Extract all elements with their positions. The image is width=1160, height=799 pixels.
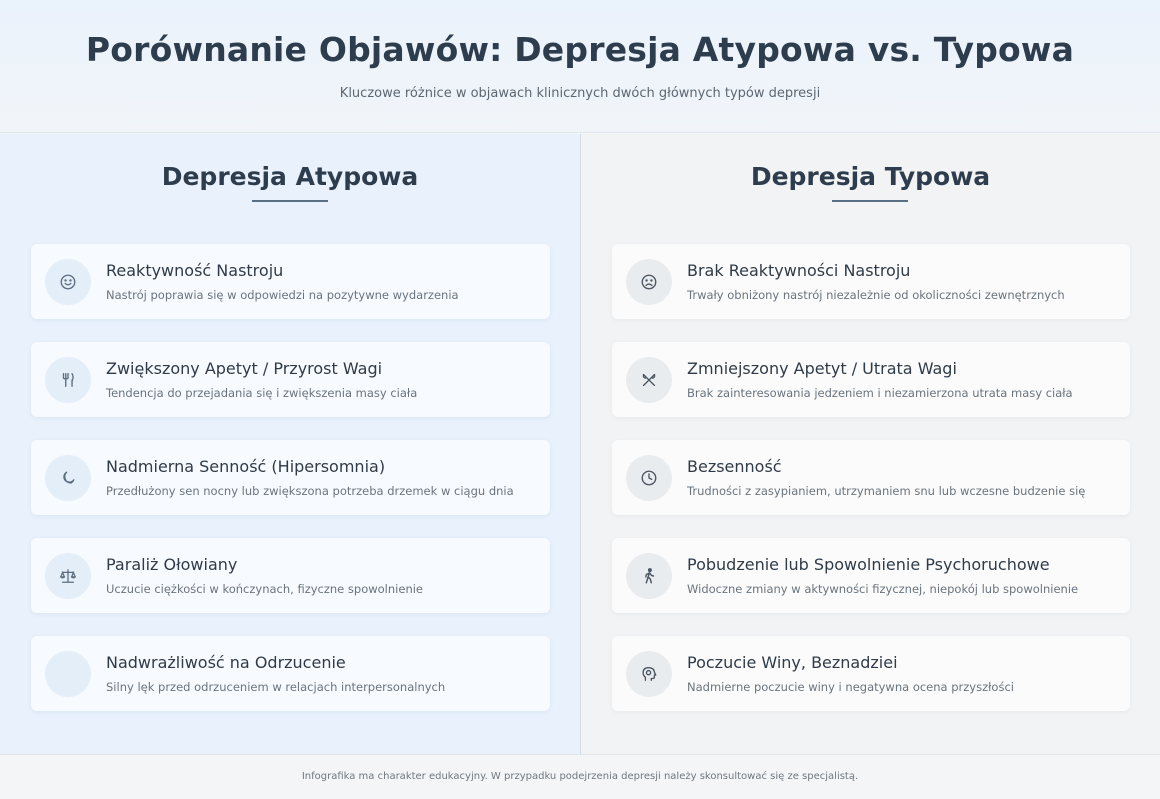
smile-icon xyxy=(45,259,91,305)
symptom-card-mood-reactivity: Reaktywność Nastroju Nastrój poprawia si… xyxy=(31,244,550,319)
moon-icon xyxy=(45,455,91,501)
symptom-card-increased-appetite: Zwiększony Apetyt / Przyrost Wagi Tenden… xyxy=(31,342,550,417)
weight-scale-icon xyxy=(45,553,91,599)
symptom-title: Paraliż Ołowiany xyxy=(106,555,238,574)
symptom-card-no-mood-reactivity: Brak Reaktywności Nastroju Trwały obniżo… xyxy=(612,244,1130,319)
page-header: Porównanie Objawów: Depresja Atypowa vs.… xyxy=(0,0,1160,133)
symptom-card-decreased-appetite: Zmniejszony Apetyt / Utrata Wagi Brak za… xyxy=(612,342,1130,417)
symptom-description: Tendencja do przejadania się i zwiększen… xyxy=(106,386,418,400)
symptom-description: Trwały obniżony nastrój niezależnie od o… xyxy=(687,288,1065,302)
symptom-card-hypersomnia: Nadmierna Senność (Hipersomnia) Przedłuż… xyxy=(31,440,550,515)
symptom-card-guilt-hopelessness: Poczucie Winy, Beznadziei Nadmierne pocz… xyxy=(612,636,1130,711)
symptom-card-rejection-sensitivity: Nadwrażliwość na Odrzucenie Silny lęk pr… xyxy=(31,636,550,711)
symptom-description: Uczucie ciężkości w kończynach, fizyczne… xyxy=(106,582,423,596)
symptom-description: Silny lęk przed odrzuceniem w relacjach … xyxy=(106,680,446,694)
symptom-card-leaden-paralysis: Paraliż Ołowiany Uczucie ciężkości w koń… xyxy=(31,538,550,613)
walking-person-icon xyxy=(626,553,672,599)
page-subtitle: Kluczowe różnice w objawach klinicznych … xyxy=(339,86,821,101)
symptom-card-psychomotor: Pobudzenie lub Spowolnienie Psychoruchow… xyxy=(612,538,1130,613)
symptom-title: Pobudzenie lub Spowolnienie Psychoruchow… xyxy=(687,555,1050,574)
empty-icon xyxy=(45,651,91,697)
utensils-icon xyxy=(45,357,91,403)
symptom-title: Nadwrażliwość na Odrzucenie xyxy=(106,653,346,672)
typical-column: Depresja Typowa Brak Reaktywności Nastro… xyxy=(581,134,1160,754)
frown-icon xyxy=(626,259,672,305)
symptom-title: Zwiększony Apetyt / Przyrost Wagi xyxy=(106,359,383,378)
symptom-description: Widoczne zmiany w aktywności fizycznej, … xyxy=(687,582,1079,596)
symptom-description: Nastrój poprawia się w odpowiedzi na poz… xyxy=(106,288,459,302)
typical-column-title: Depresja Typowa xyxy=(750,162,991,191)
symptom-description: Trudności z zasypianiem, utrzymaniem snu… xyxy=(687,484,1086,498)
atypical-column: Depresja Atypowa Reaktywność Nastroju Na… xyxy=(0,134,580,754)
crossed-utensils-icon xyxy=(626,357,672,403)
page-title: Porównanie Objawów: Depresja Atypowa vs.… xyxy=(85,30,1075,69)
symptom-title: Bezsenność xyxy=(687,457,782,476)
symptom-title: Reaktywność Nastroju xyxy=(106,261,284,280)
clock-icon xyxy=(626,455,672,501)
symptom-title: Zmniejszony Apetyt / Utrata Wagi xyxy=(687,359,957,378)
title-underline xyxy=(252,200,328,202)
symptom-title: Nadmierna Senność (Hipersomnia) xyxy=(106,457,386,476)
symptom-title: Brak Reaktywności Nastroju xyxy=(687,261,911,280)
symptom-description: Przedłużony sen nocny lub zwiększona pot… xyxy=(106,484,514,498)
atypical-column-title: Depresja Atypowa xyxy=(161,162,419,191)
title-underline xyxy=(832,200,908,202)
footer-disclaimer: Infografika ma charakter edukacyjny. W p… xyxy=(301,771,859,782)
symptom-description: Brak zainteresowania jedzeniem i niezami… xyxy=(687,386,1073,400)
symptom-title: Poczucie Winy, Beznadziei xyxy=(687,653,898,672)
page-footer: Infografika ma charakter edukacyjny. W p… xyxy=(0,754,1160,799)
symptom-description: Nadmierne poczucie winy i negatywna ocen… xyxy=(687,680,1014,694)
symptom-card-insomnia: Bezsenność Trudności z zasypianiem, utrz… xyxy=(612,440,1130,515)
head-brain-icon xyxy=(626,651,672,697)
